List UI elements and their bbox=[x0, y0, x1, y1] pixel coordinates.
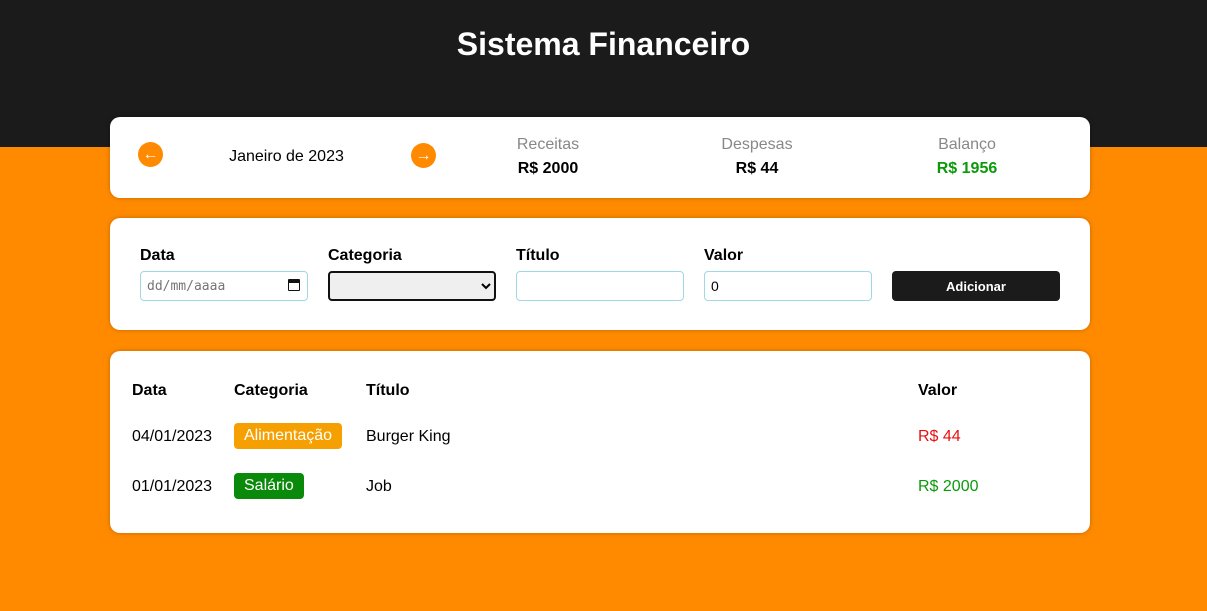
expense-summary: Despesas R$ 44 bbox=[657, 136, 857, 178]
balance-summary: Balanço R$ 1956 bbox=[867, 136, 1067, 178]
value-label: Valor bbox=[704, 247, 744, 264]
header-date: Data bbox=[132, 382, 167, 399]
category-select[interactable] bbox=[328, 271, 496, 301]
value-field-group: Valor bbox=[704, 247, 872, 301]
income-title: Receitas bbox=[516, 136, 580, 153]
header-title: Título bbox=[366, 382, 410, 399]
date-input[interactable] bbox=[140, 271, 308, 301]
row-value: R$ 2000 bbox=[918, 478, 979, 495]
transactions-table: Data Categoria Título Valor 04/01/2023 A… bbox=[110, 351, 1090, 533]
arrow-left-icon: ← bbox=[142, 146, 159, 163]
balance-value: R$ 1956 bbox=[936, 160, 998, 177]
title-field-group: Título bbox=[516, 247, 684, 301]
row-category: Alimentação bbox=[234, 423, 343, 449]
row-category: Salário bbox=[234, 473, 304, 499]
date-field-group: Data bbox=[140, 247, 308, 301]
date-label: Data bbox=[140, 247, 175, 264]
header-value: Valor bbox=[918, 382, 958, 399]
app-title: Sistema Financeiro bbox=[456, 26, 751, 62]
income-summary: Receitas R$ 2000 bbox=[448, 136, 648, 178]
value-input[interactable] bbox=[704, 271, 872, 301]
calendar-icon[interactable] bbox=[288, 279, 300, 291]
add-button[interactable]: Adicionar bbox=[892, 271, 1060, 301]
title-label: Título bbox=[516, 247, 560, 264]
income-value: R$ 2000 bbox=[517, 160, 579, 177]
row-title: Job bbox=[366, 478, 392, 495]
arrow-right-icon: → bbox=[415, 147, 432, 164]
header-category: Categoria bbox=[234, 382, 308, 399]
input-form: Data Categoria Título Valor Adicionar bbox=[110, 218, 1090, 330]
row-date: 01/01/2023 bbox=[132, 478, 213, 495]
category-field-group: Categoria bbox=[328, 247, 496, 301]
category-badge: Salário bbox=[234, 473, 304, 499]
row-date: 04/01/2023 bbox=[132, 428, 213, 445]
next-month-button[interactable]: → bbox=[411, 143, 436, 168]
category-label: Categoria bbox=[328, 247, 402, 264]
category-badge: Alimentação bbox=[234, 423, 343, 449]
current-month: Janeiro de 2023 bbox=[229, 148, 344, 165]
row-value: R$ 44 bbox=[918, 428, 961, 445]
expense-value: R$ 44 bbox=[735, 160, 779, 177]
info-area: ← Janeiro de 2023 → Receitas R$ 2000 Des… bbox=[110, 117, 1090, 198]
balance-title: Balanço bbox=[938, 136, 996, 153]
expense-title: Despesas bbox=[721, 136, 793, 153]
row-title: Burger King bbox=[366, 428, 451, 445]
title-input[interactable] bbox=[516, 271, 684, 301]
prev-month-button[interactable]: ← bbox=[138, 142, 163, 167]
